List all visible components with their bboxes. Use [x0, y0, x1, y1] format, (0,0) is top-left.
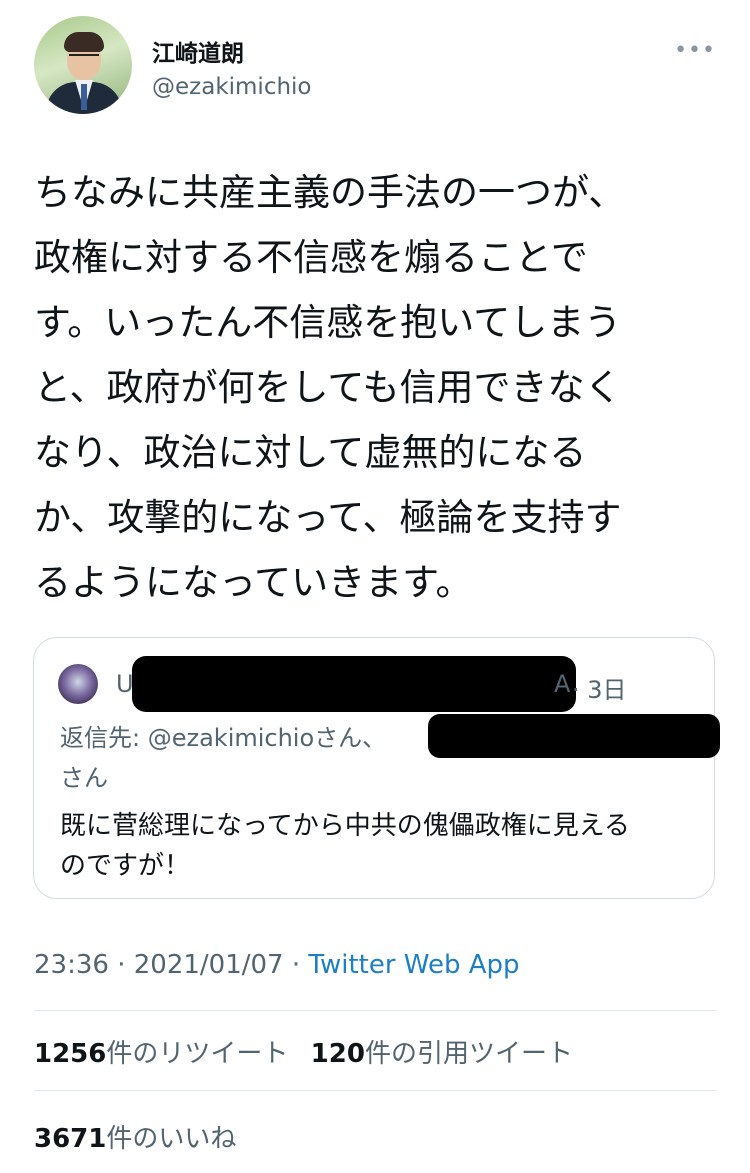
likes-stat[interactable]: 3671件のいいね: [34, 1124, 236, 1154]
author-avatar[interactable]: [34, 16, 132, 114]
quoted-author-name-end: A: [554, 670, 571, 698]
avatar-hair: [64, 32, 104, 52]
redaction-bar-reply: [428, 714, 720, 758]
quotes-count: 120: [310, 1039, 365, 1069]
redaction-bar-name: [132, 656, 576, 712]
tweet-date[interactable]: 2021/01/07: [134, 950, 284, 980]
likes-count: 3671: [34, 1124, 107, 1154]
divider: [34, 1010, 716, 1011]
retweets-label: 件のリツイート: [106, 1039, 289, 1069]
more-options-icon[interactable]: •••: [674, 38, 716, 63]
stats-row-retweets: 1256件のリツイート 120件の引用ツイート: [34, 1033, 573, 1070]
quotes-label: 件の引用ツイート: [364, 1039, 573, 1069]
tweet-time[interactable]: 23:36: [34, 950, 109, 980]
quoted-tweet-card[interactable]: U A · 3日 返信先: @ezakimichioさん、 さん 既に菅総理にな…: [33, 637, 720, 899]
quoted-author-name-start: U: [116, 670, 134, 698]
quoted-tweet-text: 既に菅総理になってから中共の傀儡政権に見える のですが！: [60, 811, 630, 881]
author-handle[interactable]: @ezakimichio: [152, 74, 312, 100]
quoted-tweet-time: · 3日: [572, 676, 627, 704]
reply-prefix: 返信先:: [60, 724, 148, 752]
meta-separator-2: ·: [283, 950, 309, 980]
tweet-header: 江崎道朗 @ezakimichio •••: [34, 16, 724, 126]
reply-handle: @ezakimichio: [147, 724, 315, 752]
author-display-name[interactable]: 江崎道朗: [152, 34, 244, 68]
retweets-count: 1256: [34, 1039, 107, 1069]
quotes-stat[interactable]: 120件の引用ツイート: [311, 1039, 573, 1069]
meta-separator: ·: [108, 950, 134, 980]
reply-to-line: 返信先: @ezakimichioさん、: [60, 718, 386, 753]
reply-suffix: さん、: [314, 724, 387, 752]
reply-to-line-2: さん: [60, 764, 108, 792]
tweet-meta: 23:36 · 2021/01/07 · Twitter Web App: [34, 950, 520, 980]
tweet-source-link[interactable]: Twitter Web App: [308, 950, 519, 980]
retweets-stat[interactable]: 1256件のリツイート: [34, 1039, 288, 1069]
divider: [34, 1090, 716, 1091]
likes-label: 件のいいね: [106, 1124, 237, 1154]
avatar-glasses: [69, 54, 99, 64]
tweet-text: ちなみに共産主義の手法の一つが、 政権に対する不信感を煽ることで す。いったん不…: [34, 171, 626, 604]
avatar-tie: [81, 84, 87, 110]
stats-row-likes: 3671件のいいね: [34, 1118, 236, 1155]
quoted-author-avatar: [58, 664, 98, 704]
